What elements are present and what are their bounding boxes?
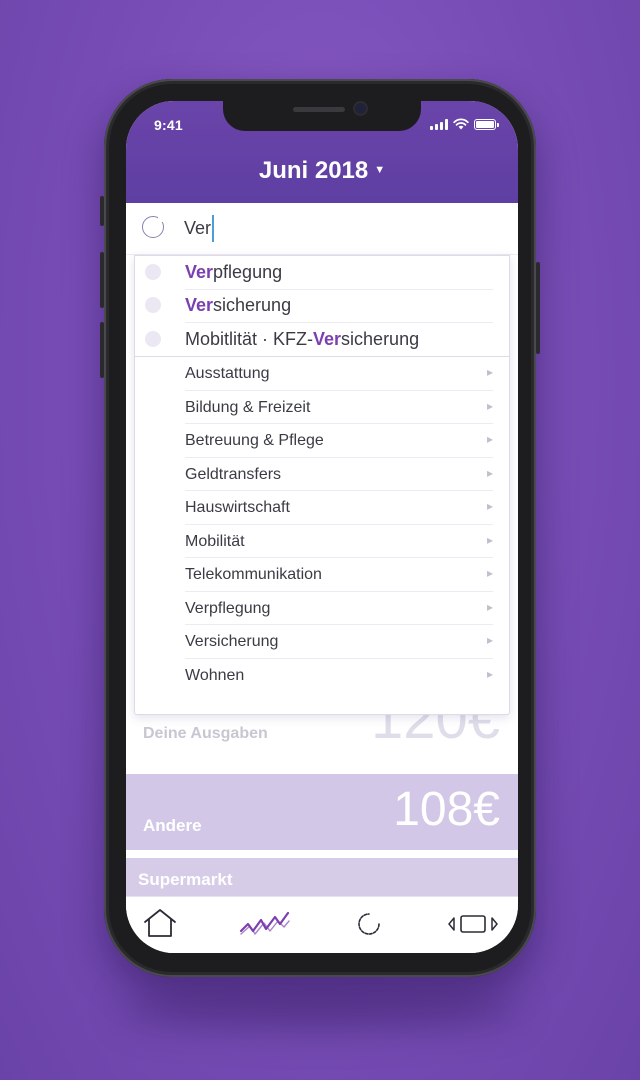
chevron-right-icon: ▸ [486, 599, 493, 614]
suggestion-dot-icon [145, 331, 161, 347]
category-item[interactable]: Versicherung ▸ [135, 625, 509, 659]
tab-bar [126, 896, 518, 953]
suggestion-match: Ver [313, 329, 342, 349]
chevron-down-icon: ▼ [374, 163, 386, 176]
chevron-right-icon: ▸ [486, 566, 493, 580]
expenses-label: Deine Ausgaben [143, 725, 268, 742]
category-label: Verpflegung [185, 599, 271, 617]
chevron-right-icon: ▸ [486, 365, 493, 379]
mute-switch [100, 196, 104, 226]
chevron-right-icon: ▸ [486, 532, 493, 547]
suggestion-item[interactable]: Verpflegung [135, 256, 509, 290]
suggestion-rest: pflegung [213, 262, 283, 282]
category-item[interactable]: Hauswirtschaft ▸ [135, 491, 509, 525]
category-item[interactable]: Wohnen ▸ [135, 659, 509, 693]
chevron-right-icon: ▸ [486, 398, 493, 413]
signal-icon [430, 118, 448, 130]
autocomplete-dropdown: Verpflegung Versicherung Mobitlität · KF… [134, 255, 510, 715]
category-item[interactable]: Telekommunikation ▸ [135, 558, 509, 592]
category-label: Hauswirtschaft [185, 499, 290, 516]
text-cursor [212, 215, 214, 242]
volume-up-button [100, 252, 104, 308]
chevron-right-icon: ▸ [486, 666, 493, 681]
speaker [293, 107, 345, 112]
category-card-supermarkt[interactable]: Supermarkt [126, 858, 518, 898]
battery-icon [474, 118, 499, 130]
category-item[interactable]: Betreuung & Pflege ▸ [135, 424, 509, 458]
app-screen: Deine Ausgaben 120€ Andere 108€ Supermar… [126, 101, 518, 953]
chevron-right-icon: ▸ [486, 432, 493, 446]
notch [223, 101, 421, 131]
category-label: Ausstattung [185, 365, 270, 382]
category-label: Wohnen [185, 666, 245, 684]
chart-icon[interactable] [238, 907, 292, 941]
loading-icon[interactable] [354, 907, 384, 941]
app-header: 9:41 Juni 2018 ▼ [126, 101, 518, 203]
suggestion-match: Ver [185, 262, 214, 282]
category-card-andere[interactable]: Andere 108€ [126, 774, 518, 850]
front-camera [355, 103, 366, 114]
category-item[interactable]: Bildung & Freizeit ▸ [135, 391, 509, 424]
suggestion-rest: sicherung [341, 329, 420, 349]
suggestion-prefix: Mobitlität · KFZ- [185, 329, 314, 349]
swipe-icon[interactable] [446, 907, 500, 941]
month-selector[interactable]: Juni 2018 ▼ [126, 157, 518, 185]
volume-down-button [100, 322, 104, 378]
category-card-label: Supermarkt [138, 870, 233, 889]
wifi-icon [453, 118, 469, 130]
power-button [536, 262, 540, 354]
category-item[interactable]: Verpflegung ▸ [135, 592, 509, 625]
category-label: Bildung & Freizeit [185, 398, 311, 416]
category-card-label: Andere [143, 816, 202, 835]
status-icons [430, 118, 499, 130]
search-input[interactable]: Ver [184, 218, 211, 239]
category-label: Mobilität [185, 532, 245, 550]
category-label: Telekommunikation [185, 566, 322, 583]
home-icon[interactable] [142, 907, 178, 941]
chevron-right-icon: ▸ [486, 465, 493, 480]
category-label: Versicherung [185, 633, 279, 650]
suggestion-item[interactable]: Mobitlität · KFZ-Versicherung [135, 323, 509, 357]
suggestion-rest: sicherung [213, 295, 292, 315]
category-label: Betreuung & Pflege [185, 432, 324, 449]
category-card-amount: 108€ [393, 783, 500, 836]
chevron-right-icon: ▸ [486, 499, 493, 513]
suggestion-dot-icon [145, 297, 161, 313]
month-title: Juni 2018 [258, 157, 369, 184]
category-item[interactable]: Ausstattung ▸ [135, 357, 509, 391]
suggestion-dot-icon [145, 264, 161, 280]
category-ring-icon [142, 215, 165, 238]
status-time: 9:41 [154, 117, 183, 133]
suggestion-item[interactable]: Versicherung [135, 289, 509, 323]
category-item[interactable]: Geldtransfers ▸ [135, 458, 509, 491]
chevron-right-icon: ▸ [486, 633, 493, 647]
suggestion-match: Ver [185, 295, 214, 315]
phone-shadow [120, 990, 520, 1030]
category-label: Geldtransfers [185, 465, 282, 483]
category-item[interactable]: Mobilität ▸ [135, 525, 509, 558]
